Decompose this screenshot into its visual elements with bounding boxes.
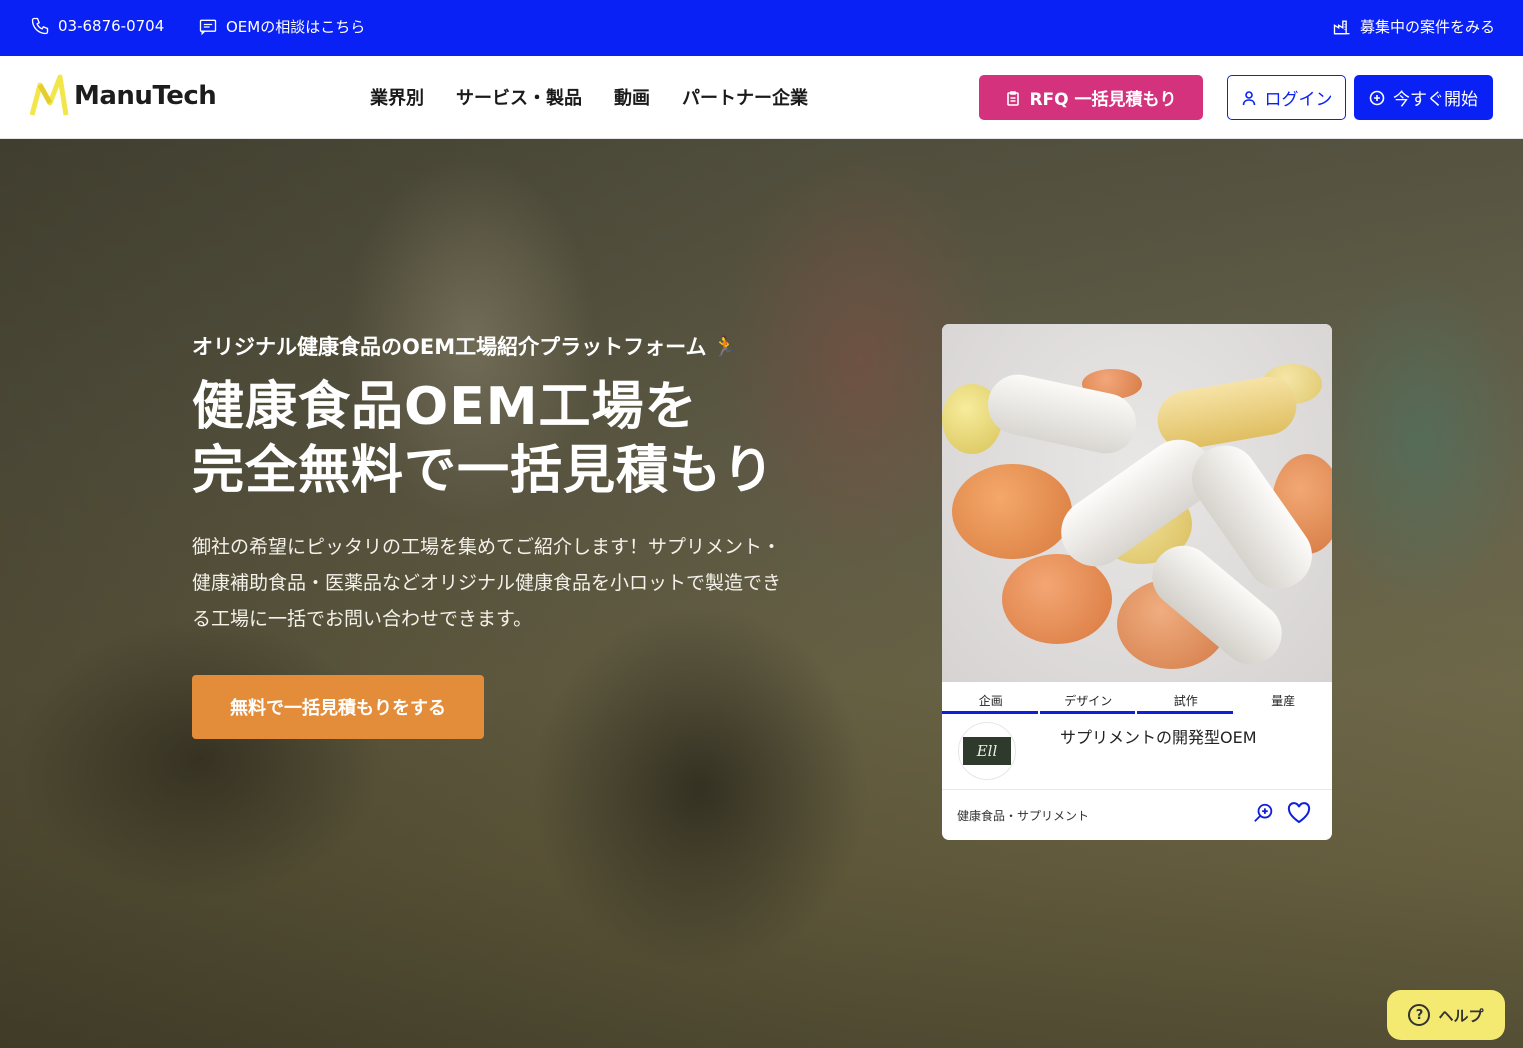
- nav-industry[interactable]: 業界別: [370, 84, 424, 110]
- nav-partners[interactable]: パートナー企業: [682, 84, 808, 110]
- clipboard-icon: [1007, 90, 1020, 106]
- login-button[interactable]: ログイン: [1227, 75, 1346, 120]
- headline-line-1: 健康食品OEM工場を: [192, 377, 698, 437]
- main-nav: 業界別 サービス・製品 動画 パートナー企業: [370, 84, 808, 110]
- step-mass-production: 量産: [1271, 694, 1296, 708]
- nav-services-products[interactable]: サービス・製品: [456, 84, 582, 110]
- headline-line-2: 完全無料で一括見積もり: [192, 441, 776, 501]
- eyebrow-text: オリジナル健康食品のOEM工場紹介プラットフォーム: [192, 335, 707, 359]
- plus-circle-icon: [1369, 90, 1385, 105]
- logo-mark-icon: [30, 74, 69, 116]
- site-logo[interactable]: ManuTech: [30, 73, 217, 119]
- hero-section: オリジナル健康食品のOEM工場紹介プラットフォーム 🏃 健康食品OEM工場を 完…: [0, 139, 1523, 1048]
- phone-number: 03-6876-0704: [58, 17, 165, 35]
- login-label: ログイン: [1264, 90, 1333, 110]
- card-footer: 健康食品・サプリメント: [942, 790, 1332, 840]
- hero-content: オリジナル健康食品のOEM工場紹介プラットフォーム 🏃 健康食品OEM工場を 完…: [192, 331, 812, 637]
- chat-icon: [199, 19, 217, 35]
- logo-text: ManuTech: [74, 81, 217, 111]
- start-label: 今すぐ開始: [1393, 90, 1478, 110]
- open-cases-label: 募集中の案件をみる: [1359, 18, 1495, 36]
- featured-oem-card[interactable]: 企画 デザイン 試作 量産 Ell サプリメントの開発型OEM 健康食品・サプリ…: [942, 324, 1332, 840]
- top-bar: 03-6876-0704 OEMの相談はこちら 募集中の案件をみる: [0, 0, 1523, 56]
- card-title[interactable]: サプリメントの開発型OEM: [1060, 724, 1257, 748]
- user-icon: [1242, 90, 1255, 105]
- hero-description: 御社の希望にピッタリの工場を集めてご紹介します！サプリメント・健康補助食品・医薬…: [192, 536, 782, 630]
- help-button[interactable]: ? ヘルプ: [1387, 990, 1505, 1040]
- rfq-label: RFQ 一括見積もり: [1029, 90, 1177, 110]
- supplement-photo: [942, 324, 1332, 682]
- free-quote-button[interactable]: 無料で一括見積もりをする: [192, 675, 484, 739]
- help-label: ヘルプ: [1438, 1006, 1484, 1025]
- start-button[interactable]: 今すぐ開始: [1354, 75, 1493, 120]
- nav-videos[interactable]: 動画: [614, 84, 650, 110]
- company-avatar: Ell: [958, 722, 1016, 780]
- card-body: Ell サプリメントの開発型OEM: [942, 714, 1332, 790]
- hero-eyebrow: オリジナル健康食品のOEM工場紹介プラットフォーム 🏃: [192, 331, 812, 361]
- open-cases-link[interactable]: 募集中の案件をみる: [1332, 16, 1495, 37]
- zoom-in-icon[interactable]: [1253, 802, 1275, 824]
- runner-emoji-icon: 🏃: [712, 334, 738, 358]
- step-prototype: 試作: [1137, 682, 1235, 714]
- phone-icon: [31, 17, 49, 35]
- consult-link[interactable]: OEMの相談はこちら: [198, 16, 365, 37]
- step-design: デザイン: [1039, 682, 1138, 714]
- site-header: ManuTech 業界別 サービス・製品 動画 パートナー企業 RFQ 一括見積…: [0, 56, 1523, 139]
- question-icon: ?: [1408, 1004, 1431, 1026]
- category-tag: 健康食品・サプリメント: [957, 809, 1090, 823]
- company-logo-text: Ell: [963, 737, 1011, 765]
- process-steps: 企画 デザイン 試作 量産: [942, 682, 1332, 714]
- step-planning: 企画: [942, 682, 1040, 714]
- phone-link[interactable]: 03-6876-0704: [30, 16, 164, 36]
- factory-icon: [1333, 20, 1350, 34]
- consult-label: OEMの相談はこちら: [226, 18, 366, 36]
- heart-icon[interactable]: [1287, 802, 1311, 824]
- rfq-button[interactable]: RFQ 一括見積もり: [979, 75, 1203, 120]
- hero-headline: 健康食品OEM工場を 完全無料で一括見積もり: [192, 375, 812, 503]
